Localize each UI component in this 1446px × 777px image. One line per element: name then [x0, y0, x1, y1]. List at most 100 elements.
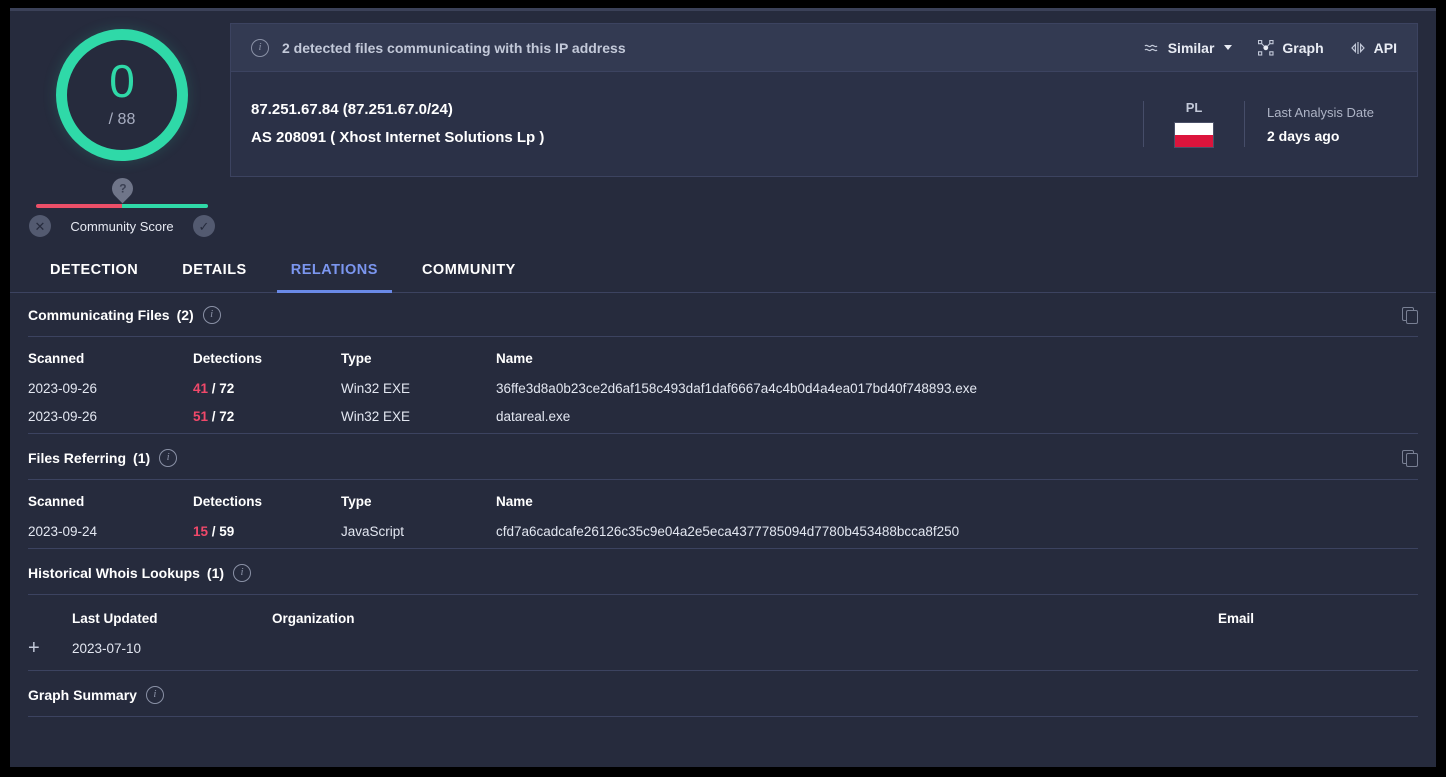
detections-total: / 72 [211, 381, 235, 396]
community-bar-negative [36, 204, 122, 208]
cell-type: JavaScript [341, 524, 405, 539]
pin-glyph: ? [118, 181, 126, 195]
tab-detection[interactable]: DETECTION [28, 262, 160, 292]
section-divider [28, 670, 1418, 671]
cell-scanned: 2023-09-24 [28, 524, 98, 539]
flag-stripe-white [1175, 123, 1213, 135]
asn-line[interactable]: AS 208091 ( Xhost Internet Solutions Lp … [251, 124, 1121, 153]
last-analysis-block: Last Analysis Date 2 days ago [1267, 105, 1397, 144]
expand-plus-icon[interactable]: + [28, 638, 40, 658]
historical-whois-section: Historical Whois Lookups (1) i Last Upda… [28, 551, 1418, 673]
table-row[interactable]: 2023-09-26 41 / 72 Win32 EXE 36ffe3d8a0b… [28, 377, 1418, 405]
table-row[interactable]: 2023-09-24 15 / 59 JavaScript cfd7a6cadc… [28, 520, 1418, 548]
historical-whois-header: Historical Whois Lookups (1) i [28, 551, 1418, 595]
table-row[interactable]: + 2023-07-10 [28, 636, 1418, 670]
historical-whois-table: Last Updated Organization Email + 2023-0… [28, 595, 1418, 670]
chevron-down-icon [1224, 45, 1233, 50]
cell-expand[interactable]: + [28, 636, 72, 670]
community-score-bar [36, 204, 208, 208]
cell-type: Win32 EXE [341, 409, 411, 424]
col-scanned: Scanned [28, 351, 85, 366]
community-score-marker-wrap: ? [107, 173, 137, 203]
cell-name[interactable]: datareal.exe [496, 405, 1418, 433]
header-actions: Similar Graph API [1144, 39, 1397, 56]
cell-email [1218, 636, 1418, 670]
cell-organization [272, 636, 1218, 670]
table-header-row: Scanned Detections Type Name [28, 480, 1418, 520]
graph-button[interactable]: Graph [1258, 39, 1324, 56]
notice-left: i 2 detected files communicating with th… [251, 38, 1130, 57]
files-referring-title: Files Referring [28, 449, 127, 466]
ip-details: 87.251.67.84 (87.251.67.0/24) AS 208091 … [251, 96, 1121, 153]
tab-details[interactable]: DETAILS [160, 262, 268, 292]
flag-stripe-red [1175, 135, 1213, 147]
info-icon: i [251, 38, 269, 57]
ip-address-line[interactable]: 87.251.67.84 (87.251.67.0/24) [251, 96, 1121, 125]
similar-icon [1144, 44, 1158, 51]
cell-scanned: 2023-09-26 [28, 381, 98, 396]
report-header: 0 / 88 ? ✕ Community Score ✓ i 2 detecte… [10, 11, 1436, 241]
thumbs-up-icon[interactable]: ✓ [193, 215, 215, 237]
files-referring-section: Files Referring (1) i Scanned Detections… [28, 436, 1418, 551]
similar-label: Similar [1167, 39, 1215, 56]
col-type: Type [341, 351, 372, 366]
info-icon[interactable]: i [202, 305, 221, 324]
graph-icon [1258, 39, 1274, 56]
detections-total: / 72 [211, 409, 235, 424]
col-detections: Detections [193, 494, 263, 509]
communicating-files-count: (2) [176, 306, 194, 323]
thumbs-down-icon[interactable]: ✕ [29, 215, 51, 237]
copy-icon[interactable] [1402, 449, 1418, 467]
tab-relations[interactable]: RELATIONS [269, 262, 400, 293]
detection-notice-bar: i 2 detected files communicating with th… [231, 24, 1417, 72]
communicating-files-section: Communicating Files (2) i Scanned Detect… [28, 293, 1418, 436]
historical-whois-title: Historical Whois Lookups [28, 564, 200, 581]
communicating-files-header: Communicating Files (2) i [28, 293, 1418, 337]
api-button[interactable]: API [1350, 40, 1397, 56]
copy-icon[interactable] [1402, 306, 1418, 324]
col-last-updated: Last Updated [72, 611, 158, 626]
notice-text: 2 detected files communicating with this… [282, 39, 626, 56]
col-scanned: Scanned [28, 494, 85, 509]
similar-button[interactable]: Similar [1144, 40, 1233, 56]
section-divider [28, 548, 1418, 549]
screenshot-frame: 0 / 88 ? ✕ Community Score ✓ i 2 detecte… [0, 0, 1446, 777]
info-icon[interactable]: i [159, 448, 178, 467]
last-analysis-value: 2 days ago [1267, 127, 1340, 144]
meta-divider-right [1244, 101, 1245, 147]
cell-type: Win32 EXE [341, 381, 411, 396]
graph-label: Graph [1282, 39, 1324, 56]
tab-community[interactable]: COMMUNITY [400, 262, 538, 292]
detections-total: / 59 [211, 524, 235, 539]
ip-header-card: i 2 detected files communicating with th… [230, 23, 1418, 177]
files-referring-count: (1) [133, 449, 151, 466]
table-header-row: Last Updated Organization Email [28, 595, 1418, 636]
detections-hit: 51 [193, 409, 209, 424]
relations-content: Communicating Files (2) i Scanned Detect… [10, 293, 1436, 719]
detection-score-donut: 0 / 88 [56, 29, 188, 161]
table-row[interactable]: 2023-09-26 51 / 72 Win32 EXE datareal.ex… [28, 405, 1418, 433]
last-analysis-label: Last Analysis Date [1267, 104, 1374, 120]
info-icon[interactable]: i [233, 563, 252, 582]
col-email: Email [1218, 611, 1255, 626]
files-referring-table: Scanned Detections Type Name 2023-09-24 … [28, 480, 1418, 548]
virustotal-ip-report-page: 0 / 88 ? ✕ Community Score ✓ i 2 detecte… [10, 8, 1436, 767]
section-divider [28, 433, 1418, 434]
historical-whois-count: (1) [206, 564, 225, 581]
cell-name[interactable]: cfd7a6cadcafe26126c35c9e04a2e5eca4377785… [496, 520, 1418, 548]
cell-name[interactable]: 36ffe3d8a0b23ce2d6af158c493daf1daf6667a4… [496, 377, 1418, 405]
col-name: Name [496, 351, 533, 366]
question-mark-pin-icon: ? [107, 173, 137, 203]
cell-last-updated: 2023-07-10 [72, 640, 142, 656]
community-bar-positive [122, 204, 208, 208]
col-name: Name [496, 494, 533, 509]
score-value: 0 [109, 54, 135, 107]
info-icon[interactable]: i [145, 685, 164, 704]
col-expand-spacer [28, 595, 72, 636]
country-block: PL [1166, 100, 1222, 148]
country-code: PL [1185, 100, 1203, 115]
cell-detections: 51 / 72 [193, 405, 341, 433]
col-detections: Detections [193, 351, 263, 366]
col-type: Type [341, 494, 372, 509]
detections-hit: 41 [193, 381, 209, 396]
